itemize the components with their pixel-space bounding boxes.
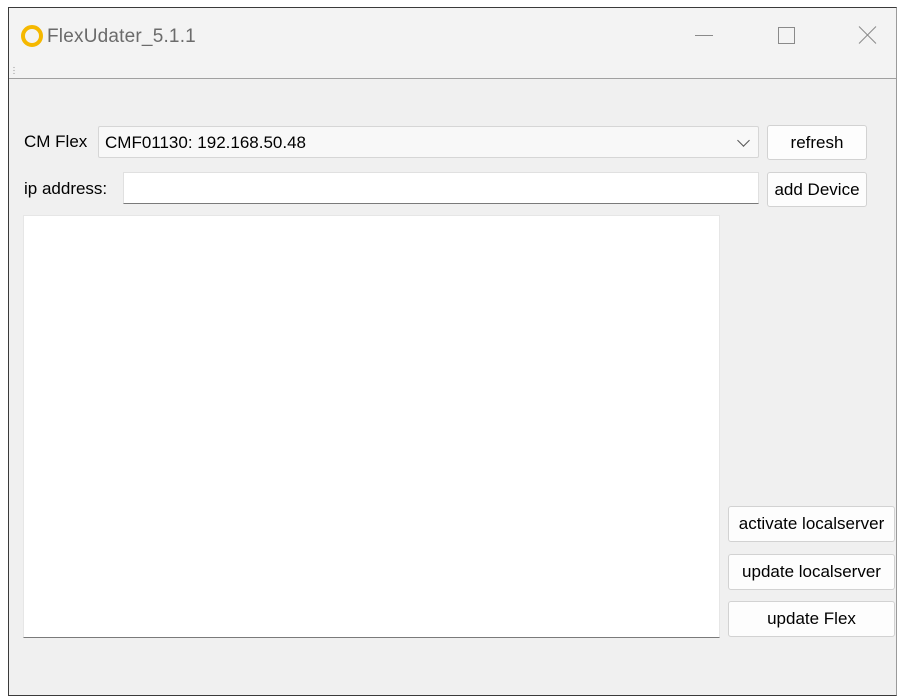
window-title: FlexUdater_5.1.1 [47,26,196,47]
ip-address-label: ip address: [24,179,108,198]
chevron-down-icon [737,134,750,147]
ip-address-input[interactable] [123,172,759,204]
app-ring-icon [21,25,43,47]
device-select[interactable]: CMF01130: 192.168.50.48 [98,126,759,158]
maximize-icon [777,26,795,44]
minimize-button[interactable] [669,8,739,62]
toolbar-strip [9,62,896,79]
device-select-value: CMF01130: 192.168.50.48 [105,133,306,152]
close-icon [858,25,878,45]
title-bar[interactable]: FlexUdater_5.1.1 [9,8,896,62]
device-label: CM Flex [24,132,88,151]
toolbar-grip-icon[interactable] [13,66,15,74]
close-button[interactable] [833,8,899,62]
add-device-button[interactable]: add Device [767,172,867,207]
minimize-icon [695,34,713,36]
activate-localserver-button[interactable]: activate localserver [728,506,895,542]
log-output[interactable] [23,215,720,638]
maximize-button[interactable] [751,8,821,62]
refresh-button[interactable]: refresh [767,125,867,160]
app-window: FlexUdater_5.1.1 CM Flex CMF01130: 192.1… [8,7,897,696]
update-localserver-button[interactable]: update localserver [728,554,895,590]
update-flex-button[interactable]: update Flex [728,601,895,637]
